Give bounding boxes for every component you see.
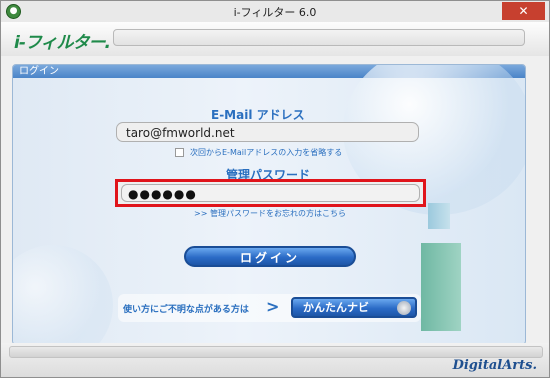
header-bar-field bbox=[113, 29, 525, 46]
footer-bar bbox=[9, 346, 543, 358]
app-window: ● i-フィルター 6.0 ✕ i-フィルター. ログイン E-Mail アドレ… bbox=[0, 0, 550, 378]
navi-button-label: かんたんナビ bbox=[303, 301, 369, 314]
email-label: E-Mail アドレス bbox=[211, 108, 305, 122]
help-text: 使い方にご不明な点がある方は bbox=[123, 305, 249, 315]
remember-checkbox[interactable] bbox=[175, 148, 184, 157]
logo-bar: i-フィルター. bbox=[1, 22, 549, 56]
email-input[interactable]: taro@fmworld.net bbox=[116, 122, 419, 142]
help-row: 使い方にご不明な点がある方は > かんたんナビ bbox=[118, 294, 421, 322]
close-button[interactable]: ✕ bbox=[502, 2, 545, 20]
remember-email-option[interactable]: 次回からE-Mailアドレスの入力を省略する bbox=[175, 147, 342, 158]
login-button[interactable]: ログイン bbox=[184, 246, 356, 267]
navi-disc-icon bbox=[397, 301, 411, 315]
footer: DigitalArts. bbox=[1, 343, 549, 377]
password-highlight-frame: ●●●●●● bbox=[115, 179, 426, 207]
remember-label: 次回からE-Mailアドレスの入力を省略する bbox=[190, 148, 343, 157]
decorative-i-dot bbox=[428, 203, 450, 229]
app-logo: i-フィルター. bbox=[14, 33, 111, 53]
chevron-right-icon: > bbox=[266, 297, 280, 316]
close-icon: ✕ bbox=[518, 4, 529, 18]
window-title: i-フィルター 6.0 bbox=[233, 6, 317, 19]
decorative-i-stem bbox=[421, 243, 461, 331]
kantan-navi-button[interactable]: かんたんナビ bbox=[291, 297, 417, 318]
password-input[interactable]: ●●●●●● bbox=[121, 184, 420, 202]
forgot-password-link[interactable]: >> 管理パスワードをお忘れの方はこちら bbox=[194, 208, 346, 219]
title-bar: ● i-フィルター 6.0 ✕ bbox=[1, 1, 549, 22]
digitalarts-logo: DigitalArts. bbox=[452, 358, 537, 373]
decorative-bubble bbox=[13, 245, 113, 344]
panel-header-label: ログイン bbox=[19, 66, 59, 77]
